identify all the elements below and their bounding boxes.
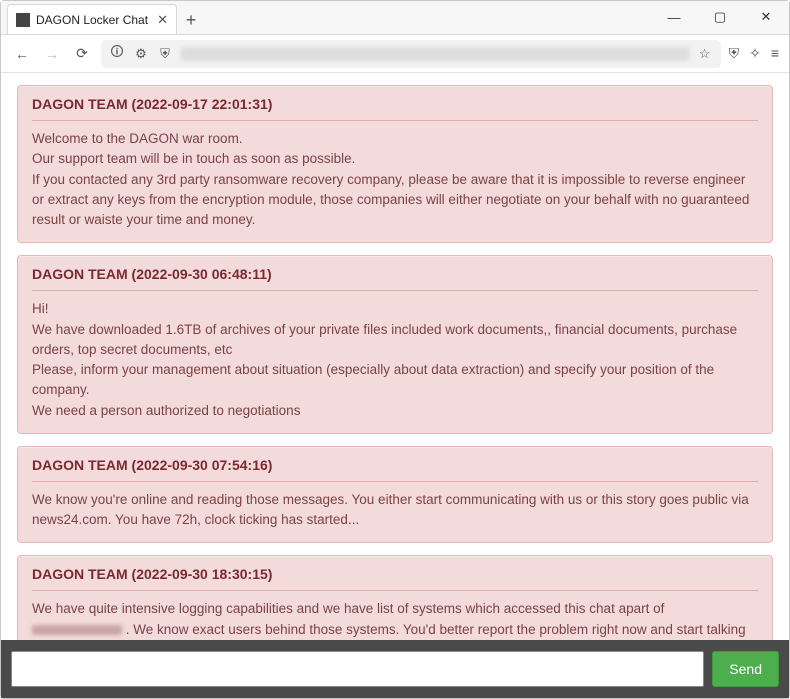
message-author: DAGON TEAM <box>32 457 128 473</box>
message-timestamp: 2022-09-30 06:48:11 <box>136 266 267 282</box>
chat-footer: Send <box>1 640 789 698</box>
message-input[interactable] <box>11 651 704 687</box>
url-text-blurred <box>181 47 689 61</box>
message-body: We have quite intensive logging capabili… <box>32 599 758 640</box>
redacted-text <box>32 625 122 635</box>
message-body: Welcome to the DAGON war room.Our suppor… <box>32 129 758 230</box>
extension-icon[interactable]: ✧ <box>749 45 761 62</box>
message-body: We know you're online and reading those … <box>32 490 758 531</box>
message-timestamp: 2022-09-30 07:54:16 <box>136 457 268 473</box>
window-controls: — ▢ ✕ <box>651 0 789 34</box>
tab-close-icon[interactable]: ✕ <box>157 12 168 28</box>
tab-favicon <box>16 13 30 27</box>
permissions-icon[interactable]: ⚙ <box>133 46 149 62</box>
titlebar: DAGON Locker Chat ✕ + — ▢ ✕ <box>1 1 789 35</box>
tracking-icon[interactable]: ⛨ <box>729 45 740 62</box>
chat-message: DAGON TEAM (2022-09-30 18:30:15) We have… <box>17 555 773 640</box>
bookmark-star-icon[interactable]: ☆ <box>697 46 713 62</box>
reload-button[interactable]: ⟳ <box>71 43 93 65</box>
message-author: DAGON TEAM <box>32 566 128 582</box>
message-timestamp: 2022-09-17 22:01:31 <box>136 96 268 112</box>
close-window-button[interactable]: ✕ <box>743 0 789 34</box>
send-button[interactable]: Send <box>712 651 779 687</box>
message-author: DAGON TEAM <box>32 96 128 112</box>
site-info-icon[interactable]: 🛈 <box>109 43 125 65</box>
browser-tab[interactable]: DAGON Locker Chat ✕ <box>7 4 177 34</box>
message-author: DAGON TEAM <box>32 266 128 282</box>
forward-button: → <box>41 43 63 65</box>
chat-message: DAGON TEAM (2022-09-30 06:48:11) Hi!We h… <box>17 255 773 434</box>
message-header: DAGON TEAM (2022-09-30 18:30:15) <box>32 566 758 591</box>
maximize-button[interactable]: ▢ <box>697 0 743 34</box>
message-header: DAGON TEAM (2022-09-30 06:48:11) <box>32 266 758 291</box>
back-button[interactable]: ← <box>11 43 33 65</box>
shield-icon[interactable]: ⛨ <box>157 46 173 62</box>
message-header: DAGON TEAM (2022-09-17 22:01:31) <box>32 96 758 121</box>
toolbar-right-icons: ⛨ ✧ ≡ <box>729 45 779 62</box>
browser-toolbar: ← → ⟳ 🛈 ⚙ ⛨ ☆ ⛨ ✧ ≡ <box>1 35 789 73</box>
tab-title: DAGON Locker Chat <box>36 13 148 27</box>
minimize-button[interactable]: — <box>651 0 697 34</box>
message-body-pre: We have quite intensive logging capabili… <box>32 601 664 616</box>
menu-icon[interactable]: ≡ <box>771 45 779 62</box>
message-timestamp: 2022-09-30 18:30:15 <box>136 566 268 582</box>
chat-content: DAGON TEAM (2022-09-17 22:01:31) Welcome… <box>1 73 789 640</box>
url-bar[interactable]: 🛈 ⚙ ⛨ ☆ <box>101 40 721 68</box>
chat-message: DAGON TEAM (2022-09-30 07:54:16) We know… <box>17 446 773 544</box>
message-header: DAGON TEAM (2022-09-30 07:54:16) <box>32 457 758 482</box>
chat-message: DAGON TEAM (2022-09-17 22:01:31) Welcome… <box>17 85 773 243</box>
message-body: Hi!We have downloaded 1.6TB of archives … <box>32 299 758 421</box>
message-body-post: . We know exact users behind those syste… <box>32 622 746 641</box>
new-tab-button[interactable]: + <box>177 6 205 34</box>
